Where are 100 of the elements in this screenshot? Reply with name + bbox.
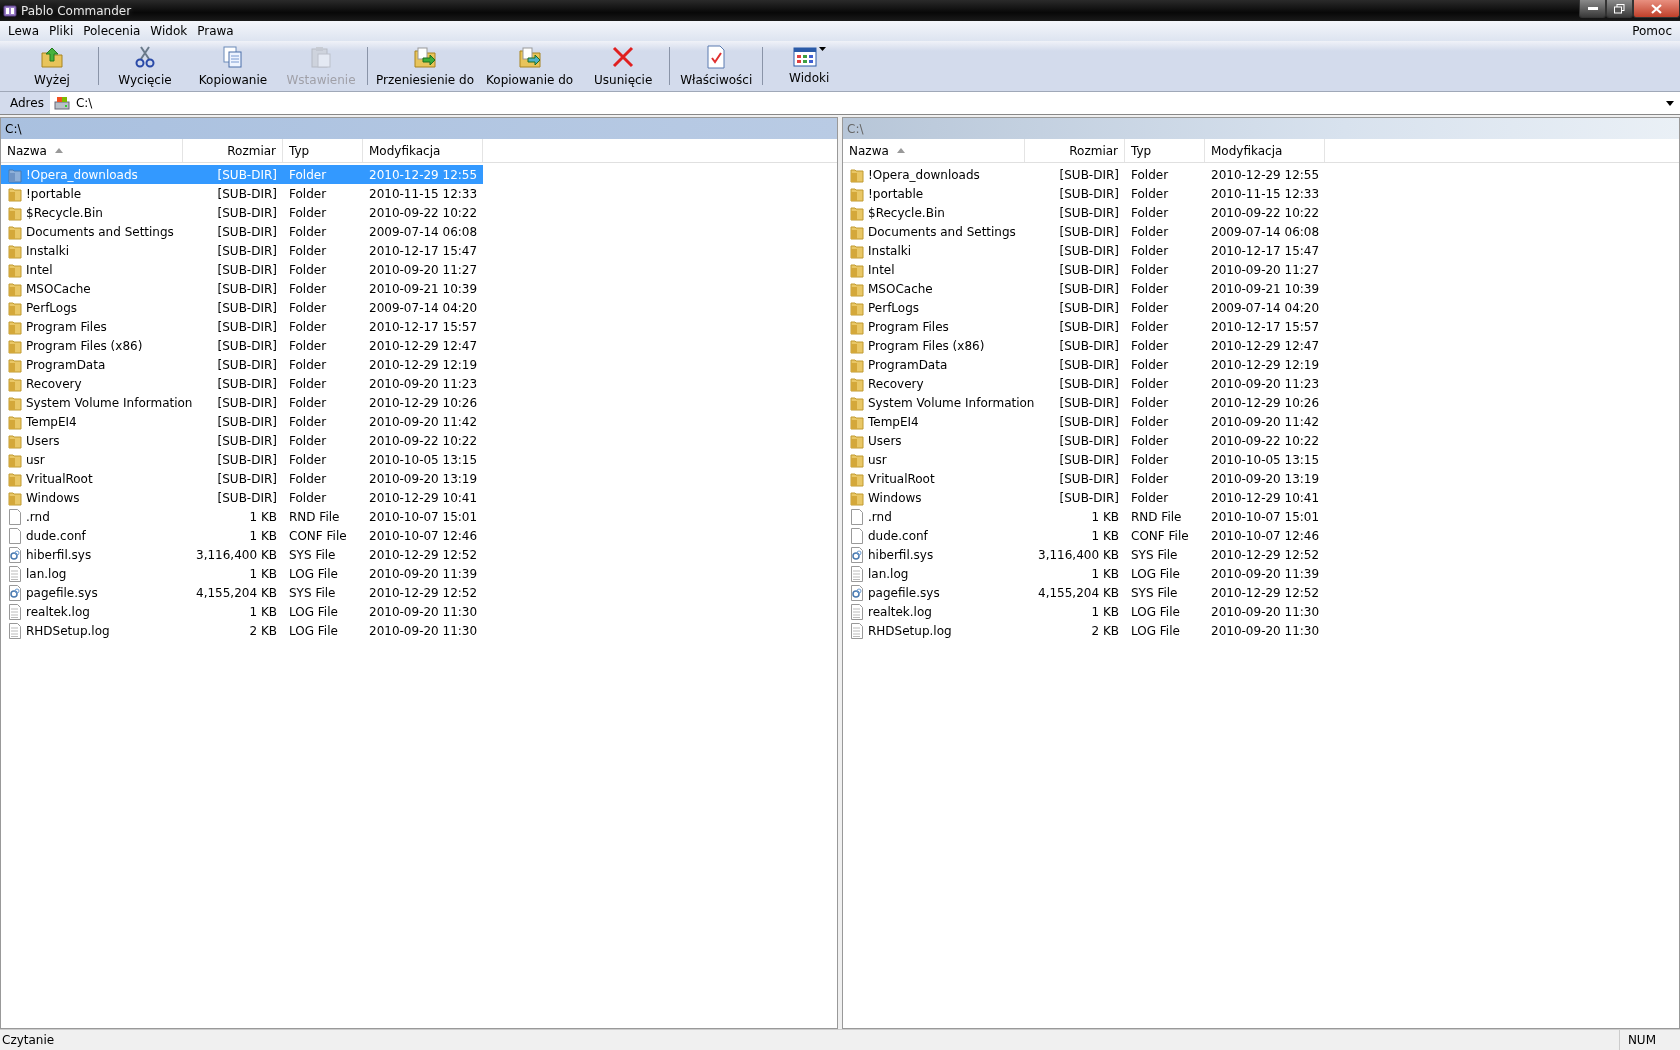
toolbar-button[interactable]: Widoki bbox=[765, 43, 854, 89]
folder-icon bbox=[8, 318, 22, 335]
file-row[interactable]: !Opera_downloads [SUB-DIR] Folder 2010-12-29 12:55 bbox=[843, 165, 1325, 184]
file-name: realtek.log bbox=[26, 604, 90, 619]
file-row[interactable]: pagefile.sys 4,155,204 KB SYS File 2010-12-29 12:52 bbox=[843, 583, 1325, 602]
file-row[interactable]: TempEI4 [SUB-DIR] Folder 2010-09-20 11:42 bbox=[1, 412, 483, 431]
file-row[interactable]: Instalki [SUB-DIR] Folder 2010-12-17 15:47 bbox=[1, 241, 483, 260]
file-row[interactable]: !portable [SUB-DIR] Folder 2010-11-15 12:33 bbox=[1, 184, 483, 203]
file-row[interactable]: hiberfil.sys 3,116,400 KB SYS File 2010-12-29 12:52 bbox=[1, 545, 483, 564]
file-row[interactable]: Program Files (x86) [SUB-DIR] Folder 2010-12-29 12:47 bbox=[843, 336, 1325, 355]
file-row[interactable]: Windows [SUB-DIR] Folder 2010-12-29 10:41 bbox=[1, 488, 483, 507]
file-row[interactable]: VritualRoot [SUB-DIR] Folder 2010-09-20 13:19 bbox=[843, 469, 1325, 488]
file-row[interactable]: RHDSetup.log 2 KB LOG File 2010-09-20 11:30 bbox=[843, 621, 1325, 640]
file-row[interactable]: PerfLogs [SUB-DIR] Folder 2009-07-14 04:20 bbox=[1, 298, 483, 317]
file-row[interactable]: Program Files [SUB-DIR] Folder 2010-12-17 15:57 bbox=[843, 317, 1325, 336]
file-size: [SUB-DIR] bbox=[216, 281, 278, 296]
file-row[interactable]: Intel [SUB-DIR] Folder 2010-09-20 11:27 bbox=[843, 260, 1325, 279]
menu-item[interactable]: Prawa bbox=[192, 24, 239, 38]
file-size: [SUB-DIR] bbox=[1058, 319, 1120, 334]
file-row[interactable]: Users [SUB-DIR] Folder 2010-09-22 10:22 bbox=[1, 431, 483, 450]
restore-button[interactable] bbox=[1606, 0, 1633, 18]
file-row[interactable]: System Volume Information [SUB-DIR] Folder 2010-12-29 10:26 bbox=[1, 393, 483, 412]
file-row[interactable]: Users [SUB-DIR] Folder 2010-09-22 10:22 bbox=[843, 431, 1325, 450]
file-row[interactable]: !portable [SUB-DIR] Folder 2010-11-15 12:33 bbox=[843, 184, 1325, 203]
file-row[interactable]: usr [SUB-DIR] Folder 2010-10-05 13:15 bbox=[843, 450, 1325, 469]
file-type: Folder bbox=[1130, 414, 1170, 429]
menu-item[interactable]: Pliki bbox=[44, 24, 79, 38]
file-row[interactable]: ProgramData [SUB-DIR] Folder 2010-12-29 12:19 bbox=[843, 355, 1325, 374]
file-row[interactable]: MSOCache [SUB-DIR] Folder 2010-09-21 10:39 bbox=[1, 279, 483, 298]
text-file-icon bbox=[8, 603, 22, 620]
close-button[interactable] bbox=[1633, 0, 1680, 18]
toolbar-button[interactable]: Kopiowanie bbox=[189, 43, 277, 89]
menu-item[interactable]: Polecenia bbox=[78, 24, 146, 38]
file-row[interactable]: Program Files (x86) [SUB-DIR] Folder 2010-12-29 12:47 bbox=[1, 336, 483, 355]
file-row[interactable]: Recovery [SUB-DIR] Folder 2010-09-20 11:23 bbox=[843, 374, 1325, 393]
file-name: usr bbox=[26, 452, 45, 467]
column-header[interactable]: Typ bbox=[1125, 139, 1205, 162]
file-row[interactable]: .rnd 1 KB RND File 2010-10-07 15:01 bbox=[843, 507, 1325, 526]
file-row[interactable]: ProgramData [SUB-DIR] Folder 2010-12-29 12:19 bbox=[1, 355, 483, 374]
file-row[interactable]: hiberfil.sys 3,116,400 KB SYS File 2010-12-29 12:52 bbox=[843, 545, 1325, 564]
menu-item[interactable]: Pomoc bbox=[1627, 24, 1677, 38]
file-name: Recovery bbox=[26, 376, 82, 391]
file-row[interactable]: pagefile.sys 4,155,204 KB SYS File 2010-12-29 12:52 bbox=[1, 583, 483, 602]
file-row[interactable]: Documents and Settings [SUB-DIR] Folder 2009-07-14 06:08 bbox=[843, 222, 1325, 241]
file-row[interactable]: Intel [SUB-DIR] Folder 2010-09-20 11:27 bbox=[1, 260, 483, 279]
column-header[interactable]: Modyfikacja bbox=[363, 139, 483, 162]
file-row[interactable]: Instalki [SUB-DIR] Folder 2010-12-17 15:47 bbox=[843, 241, 1325, 260]
file-type: Folder bbox=[288, 319, 328, 334]
file-row[interactable]: Windows [SUB-DIR] Folder 2010-12-29 10:41 bbox=[843, 488, 1325, 507]
column-header[interactable]: Nazwa bbox=[843, 139, 1025, 162]
menu-item[interactable]: Lewa bbox=[3, 24, 45, 38]
menu-item[interactable]: Widok bbox=[145, 24, 193, 38]
file-size: 4,155,204 KB bbox=[195, 585, 278, 600]
address-field[interactable]: C:\ bbox=[49, 92, 1680, 114]
file-row[interactable]: System Volume Information [SUB-DIR] Folder 2010-12-29 10:26 bbox=[843, 393, 1325, 412]
file-row[interactable]: dude.conf 1 KB CONF File 2010-10-07 12:46 bbox=[1, 526, 483, 545]
file-row[interactable]: Program Files [SUB-DIR] Folder 2010-12-17 15:57 bbox=[1, 317, 483, 336]
file-row[interactable]: lan.log 1 KB LOG File 2010-09-20 11:39 bbox=[843, 564, 1325, 583]
file-row[interactable]: $Recycle.Bin [SUB-DIR] Folder 2010-09-22 10:22 bbox=[843, 203, 1325, 222]
file-row[interactable]: Recovery [SUB-DIR] Folder 2010-09-20 11:23 bbox=[1, 374, 483, 393]
file-size: [SUB-DIR] bbox=[216, 433, 278, 448]
folder-arrow-icon bbox=[413, 45, 437, 69]
toolbar-button[interactable]: Właściwości bbox=[672, 43, 761, 89]
file-row[interactable]: .rnd 1 KB RND File 2010-10-07 15:01 bbox=[1, 507, 483, 526]
file-name: RHDSetup.log bbox=[868, 623, 952, 638]
file-row[interactable]: VritualRoot [SUB-DIR] Folder 2010-09-20 13:19 bbox=[1, 469, 483, 488]
file-size: [SUB-DIR] bbox=[1058, 224, 1120, 239]
folder-icon bbox=[8, 413, 22, 430]
file-name: !portable bbox=[868, 186, 924, 201]
toolbar-button[interactable]: Wycięcie bbox=[101, 43, 189, 89]
file-row[interactable]: Documents and Settings [SUB-DIR] Folder 2009-07-14 06:08 bbox=[1, 222, 483, 241]
file-row[interactable]: TempEI4 [SUB-DIR] Folder 2010-09-20 11:42 bbox=[843, 412, 1325, 431]
column-header[interactable]: Rozmiar bbox=[183, 139, 283, 162]
file-name: Documents and Settings bbox=[868, 224, 1016, 239]
file-size: [SUB-DIR] bbox=[216, 243, 278, 258]
file-date: 2010-10-07 12:46 bbox=[1210, 528, 1321, 543]
toolbar-button[interactable]: Usunięcie bbox=[579, 43, 668, 89]
file-row[interactable]: usr [SUB-DIR] Folder 2010-10-05 13:15 bbox=[1, 450, 483, 469]
folder-icon bbox=[850, 204, 864, 221]
column-header[interactable]: Nazwa bbox=[1, 139, 183, 162]
toolbar-button[interactable]: Wyżej bbox=[8, 43, 96, 89]
file-name: Program Files bbox=[868, 319, 949, 334]
file-row[interactable]: lan.log 1 KB LOG File 2010-09-20 11:39 bbox=[1, 564, 483, 583]
file-size: 1 KB bbox=[248, 509, 278, 524]
file-row[interactable]: PerfLogs [SUB-DIR] Folder 2009-07-14 04:20 bbox=[843, 298, 1325, 317]
file-row[interactable]: RHDSetup.log 2 KB LOG File 2010-09-20 11:30 bbox=[1, 621, 483, 640]
toolbar-button[interactable]: Kopiowanie do bbox=[480, 43, 580, 89]
toolbar-button[interactable]: Przeniesienie do bbox=[370, 43, 481, 89]
file-row[interactable]: MSOCache [SUB-DIR] Folder 2010-09-21 10:39 bbox=[843, 279, 1325, 298]
column-header[interactable]: Rozmiar bbox=[1025, 139, 1125, 162]
minimize-button[interactable] bbox=[1579, 0, 1606, 18]
file-row[interactable]: $Recycle.Bin [SUB-DIR] Folder 2010-09-22 10:22 bbox=[1, 203, 483, 222]
file-row[interactable]: dude.conf 1 KB CONF File 2010-10-07 12:46 bbox=[843, 526, 1325, 545]
file-date: 2010-11-15 12:33 bbox=[368, 186, 479, 201]
file-row[interactable]: realtek.log 1 KB LOG File 2010-09-20 11:30 bbox=[843, 602, 1325, 621]
column-header[interactable]: Typ bbox=[283, 139, 363, 162]
folder-icon bbox=[8, 375, 22, 392]
file-date: 2010-12-17 15:57 bbox=[368, 319, 479, 334]
file-row[interactable]: realtek.log 1 KB LOG File 2010-09-20 11:30 bbox=[1, 602, 483, 621]
column-header[interactable]: Modyfikacja bbox=[1205, 139, 1325, 162]
